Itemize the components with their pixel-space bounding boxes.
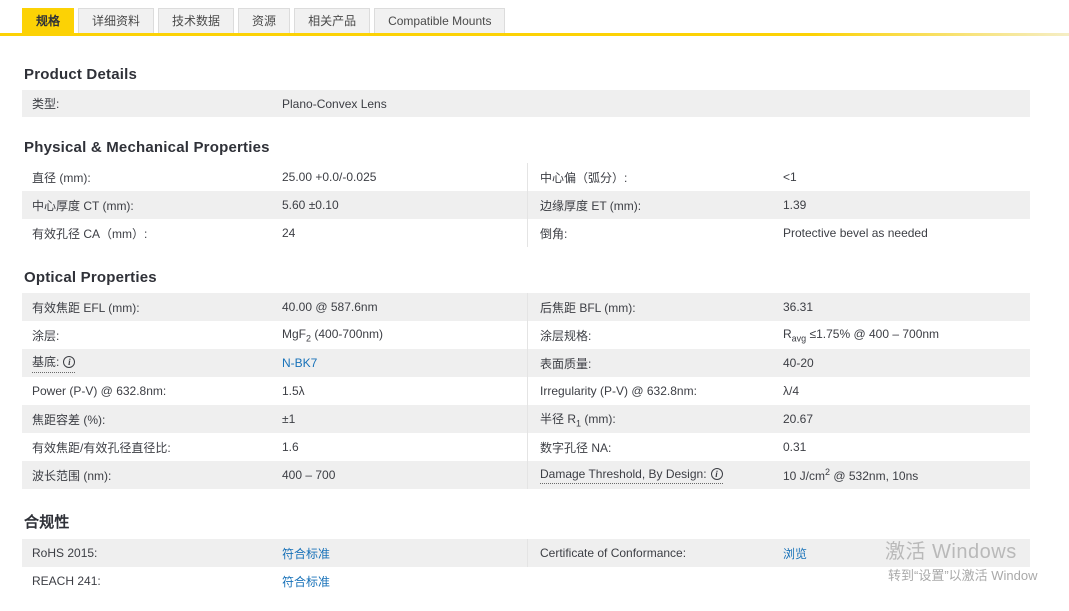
tab-bar: 规格 详细资料 技术数据 资源 相关产品 Compatible Mounts <box>0 0 1069 33</box>
table-row: 直径 (mm): 25.00 +0.0/-0.025 中心偏（弧分）: <1 <box>22 163 1030 191</box>
spec-value: Plano-Convex Lens <box>282 96 387 111</box>
spec-label: 类型: <box>32 97 60 111</box>
reach-compliant-link[interactable]: 符合标准 <box>282 573 330 590</box>
spec-value: 24 <box>282 226 296 240</box>
spec-label: RoHS 2015: <box>32 546 98 560</box>
spec-label: 有效焦距/有效孔径直径比: <box>32 440 171 455</box>
spec-label: 涂层规格: <box>540 328 592 343</box>
optical-properties-table: 有效焦距 EFL (mm): 40.00 @ 587.6nm 后焦距 BFL (… <box>22 293 1030 489</box>
section-title-optical: Optical Properties <box>24 269 157 286</box>
spec-value: 25.00 +0.0/-0.025 <box>282 170 377 184</box>
spec-label: Damage Threshold, By Design: i <box>540 467 783 484</box>
spec-label: 有效孔径 CA（mm）: <box>32 226 148 241</box>
spec-value: Protective bevel as needed <box>783 226 928 240</box>
table-row: 涂层: MgF2 (400-700nm) 涂层规格: Ravg ≤1.75% @… <box>22 321 1030 349</box>
spec-value: 10 J/cm2 @ 532nm, 10ns <box>783 467 919 483</box>
spec-label: REACH 241: <box>32 574 101 588</box>
physical-mechanical-table: 直径 (mm): 25.00 +0.0/-0.025 中心偏（弧分）: <1 中… <box>22 163 1030 247</box>
table-row: REACH 241: 符合标准 <box>22 567 1030 595</box>
spec-value: 40-20 <box>783 356 814 370</box>
product-details-table: 类型: Plano-Convex Lens <box>22 90 1030 117</box>
active-tab-underline <box>0 33 1069 36</box>
section-title-compliance: 合规性 <box>24 514 70 531</box>
table-row: 基底: i N-BK7 表面质量: 40-20 <box>22 349 1030 377</box>
spec-label: 后焦距 BFL (mm): <box>540 300 636 315</box>
section-title-physical-mechanical: Physical & Mechanical Properties <box>24 139 270 156</box>
spec-label: 半径 R1 (mm): <box>540 411 616 429</box>
spec-label: 边缘厚度 ET (mm): <box>540 198 642 213</box>
compliance-table: RoHS 2015: 符合标准 Certificate of Conforman… <box>22 539 1030 595</box>
table-row: 有效孔径 CA（mm）: 24 倒角: Protective bevel as … <box>22 219 1030 247</box>
spec-value: MgF2 (400-700nm) <box>282 326 384 344</box>
rohs-compliant-link[interactable]: 符合标准 <box>282 545 330 562</box>
spec-value: Ravg ≤1.75% @ 400 – 700nm <box>783 326 940 344</box>
spec-value: <1 <box>783 170 797 184</box>
spec-label: Power (P-V) @ 632.8nm: <box>32 384 167 398</box>
substrate-link[interactable]: N-BK7 <box>282 356 317 370</box>
spec-label: 直径 (mm): <box>32 170 91 185</box>
spec-label: Irregularity (P-V) @ 632.8nm: <box>540 384 697 398</box>
spec-label: 有效焦距 EFL (mm): <box>32 300 140 315</box>
spec-label: 波长范围 (nm): <box>32 468 112 483</box>
spec-label: 中心偏（弧分）: <box>540 170 628 185</box>
section-title-product-details: Product Details <box>24 66 138 83</box>
table-row: 波长范围 (nm): 400 – 700 Damage Threshold, B… <box>22 461 1030 489</box>
spec-value: 1.5λ <box>282 384 305 398</box>
certificate-view-link[interactable]: 浏览 <box>783 545 807 562</box>
tab-resources[interactable]: 资源 <box>238 8 291 33</box>
tab-related-products[interactable]: 相关产品 <box>294 8 371 33</box>
spec-value: 40.00 @ 587.6nm <box>282 300 378 314</box>
spec-label: 基底: i <box>32 353 282 373</box>
spec-label: 倒角: <box>540 226 568 241</box>
tab-details[interactable]: 详细资料 <box>78 8 155 33</box>
table-row: 类型: Plano-Convex Lens <box>22 90 1030 117</box>
spec-value: 1.6 <box>282 440 299 454</box>
table-row: 有效焦距/有效孔径直径比: 1.6 数字孔径 NA: 0.31 <box>22 433 1030 461</box>
spec-value: 0.31 <box>783 440 807 454</box>
table-row: 有效焦距 EFL (mm): 40.00 @ 587.6nm 后焦距 BFL (… <box>22 293 1030 321</box>
spec-label: 表面质量: <box>540 356 592 371</box>
spec-label: Certificate of Conformance: <box>540 546 687 560</box>
spec-value: 36.31 <box>783 300 814 314</box>
info-icon[interactable]: i <box>710 467 723 480</box>
spec-label: 焦距容差 (%): <box>32 412 106 427</box>
table-row: 焦距容差 (%): ±1 半径 R1 (mm): 20.67 <box>22 405 1030 433</box>
spec-value: 1.39 <box>783 198 807 212</box>
spec-value: 20.67 <box>783 412 814 426</box>
table-row: RoHS 2015: 符合标准 Certificate of Conforman… <box>22 539 1030 567</box>
table-row: 中心厚度 CT (mm): 5.60 ±0.10 边缘厚度 ET (mm): 1… <box>22 191 1030 219</box>
spec-value: ±1 <box>282 412 296 426</box>
spec-value: 400 – 700 <box>282 468 336 482</box>
info-icon[interactable]: i <box>63 355 76 368</box>
spec-label: 涂层: <box>32 328 60 343</box>
spec-value: 5.60 ±0.10 <box>282 198 339 212</box>
table-row: Power (P-V) @ 632.8nm: 1.5λ Irregularity… <box>22 377 1030 405</box>
tab-compatible-mounts[interactable]: Compatible Mounts <box>374 8 506 33</box>
tab-specs[interactable]: 规格 <box>22 8 75 33</box>
spec-label: 中心厚度 CT (mm): <box>32 198 134 213</box>
tab-technical-data[interactable]: 技术数据 <box>158 8 235 33</box>
spec-label: 数字孔径 NA: <box>540 440 612 455</box>
spec-value: λ/4 <box>783 384 800 398</box>
